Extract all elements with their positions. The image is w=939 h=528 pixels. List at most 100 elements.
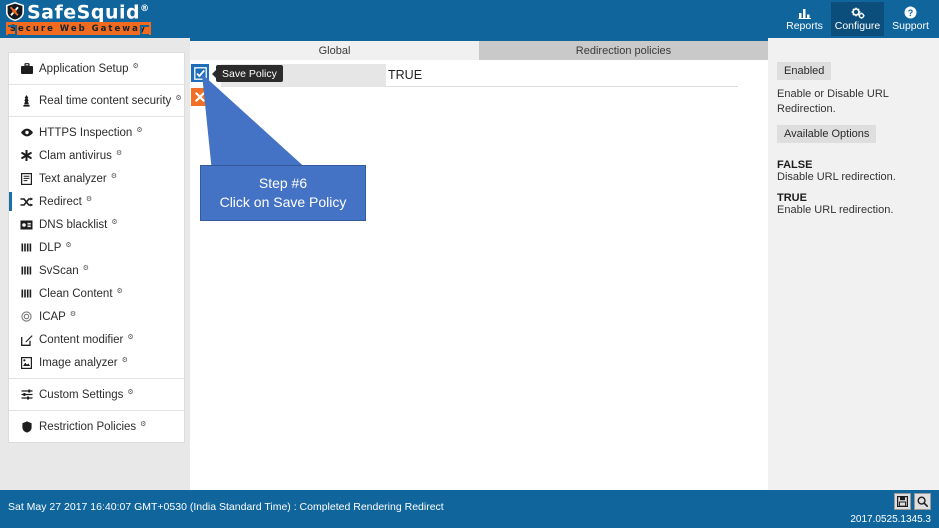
- save-policy-button[interactable]: [191, 64, 209, 82]
- sidebar-label: Custom Settings: [39, 388, 124, 401]
- question-circle-icon: ?: [904, 6, 917, 19]
- version-label: 2017.0525.1345.3: [850, 514, 931, 525]
- sidebar-item-icap[interactable]: ICAP ⚙: [9, 305, 184, 328]
- shield-logo-icon: [6, 1, 24, 21]
- top-navigation: Reports Configure ? Support: [778, 2, 937, 36]
- sidebar-item-text-analyzer[interactable]: Text analyzer ⚙: [9, 167, 184, 190]
- sidebar-label: Clean Content: [39, 287, 113, 300]
- help-option-desc: Disable URL redirection.: [777, 171, 896, 183]
- topnav-label-reports: Reports: [786, 20, 823, 32]
- policy-field-value[interactable]: TRUE: [386, 64, 738, 87]
- bars-icon: [19, 241, 34, 254]
- active-accent-bar: [9, 59, 12, 78]
- sidebar-label: DNS blacklist: [39, 218, 108, 231]
- save-disk-icon[interactable]: [894, 493, 911, 510]
- sidebar-item-dns-blacklist[interactable]: DNS blacklist ⚙: [9, 213, 184, 236]
- help-panel: Enabled Enable or Disable URL Redirectio…: [768, 38, 939, 490]
- gear-icon[interactable]: ⚙: [70, 310, 76, 318]
- sliders-icon: [19, 388, 34, 401]
- close-x-icon: [195, 92, 205, 102]
- sidebar-item-https-inspection[interactable]: HTTPS Inspection ⚙: [9, 121, 184, 144]
- sidebar-label: Restriction Policies: [39, 420, 137, 433]
- callout-step-6: Step #6 Click on Save Policy: [200, 165, 366, 221]
- gear-icon[interactable]: ⚙: [122, 356, 128, 364]
- sidebar-group-application: Application Setup ⚙: [9, 53, 184, 85]
- gear-icon[interactable]: ⚙: [133, 62, 139, 70]
- topnav-item-support[interactable]: ? Support: [884, 2, 937, 36]
- help-option-true: TRUE Enable URL redirection.: [777, 192, 930, 216]
- sidebar-label: Text analyzer: [39, 172, 107, 185]
- sidebar-item-image-analyzer[interactable]: Image analyzer ⚙: [9, 351, 184, 374]
- gear-icon[interactable]: ⚙: [127, 388, 133, 396]
- app-root: SafeSquid® Secure Web Gateway Reports Co…: [0, 0, 939, 528]
- topnav-item-reports[interactable]: Reports: [778, 2, 831, 36]
- sidebar-item-clean-content[interactable]: Clean Content ⚙: [9, 282, 184, 305]
- help-option-false: FALSE Disable URL redirection.: [777, 159, 930, 183]
- briefcase-icon: [19, 62, 34, 75]
- gear-icon[interactable]: ⚙: [117, 287, 123, 295]
- tab-strip: Global Redirection policies: [190, 38, 768, 60]
- callout-line-1: Step #6: [258, 175, 308, 191]
- main-content: TRUE Save Policy: [190, 60, 768, 490]
- sidebar-label: Content modifier: [39, 333, 124, 346]
- sidebar-item-redirect[interactable]: Redirect ⚙: [9, 190, 184, 213]
- shield-icon: [19, 420, 34, 433]
- topnav-item-configure[interactable]: Configure: [831, 2, 884, 36]
- gear-icon[interactable]: ⚙: [86, 195, 92, 203]
- footer-icon-group: [894, 493, 931, 510]
- tab-label: Redirection policies: [575, 44, 672, 57]
- sidebar-item-real-time-content-security[interactable]: Real time content security ⚙: [9, 89, 184, 112]
- sidebar-item-dlp[interactable]: DLP ⚙: [9, 236, 184, 259]
- gear-icon[interactable]: ⚙: [140, 420, 146, 428]
- sidebar-item-custom-settings[interactable]: Custom Settings ⚙: [9, 383, 184, 406]
- sidebar-item-content-modifier[interactable]: Content modifier ⚙: [9, 328, 184, 351]
- active-accent-bar: [9, 91, 12, 110]
- gear-icon[interactable]: ⚙: [175, 94, 181, 102]
- sidebar-group-restriction: Restriction Policies ⚙: [9, 411, 184, 442]
- tab-global[interactable]: Global: [190, 41, 479, 60]
- brand-tagline-banner: Secure Web Gateway: [6, 22, 151, 36]
- sidebar-label: Image analyzer: [39, 356, 118, 369]
- brand-logo[interactable]: SafeSquid® Secure Web Gateway: [6, 1, 156, 37]
- gear-icon[interactable]: ⚙: [65, 241, 71, 249]
- brand-name: SafeSquid: [27, 1, 141, 24]
- bars-icon: [19, 287, 34, 300]
- app-header: SafeSquid® Secure Web Gateway Reports Co…: [0, 0, 939, 38]
- sidebar-label: HTTPS Inspection: [39, 126, 133, 139]
- tab-label: Global: [318, 44, 351, 57]
- save-policy-tooltip: Save Policy: [212, 65, 283, 82]
- brand-tagline: Secure Web Gateway: [9, 23, 148, 34]
- id-badge-icon: [19, 218, 34, 231]
- chart-icon: [798, 6, 812, 19]
- sidebar-item-svscan[interactable]: SvScan ⚙: [9, 259, 184, 282]
- help-description: Enable or Disable URL Redirection.: [777, 88, 889, 115]
- gear-icon[interactable]: ⚙: [136, 126, 142, 134]
- eye-icon: [19, 126, 34, 139]
- sidebar-label: Clam antivirus: [39, 149, 112, 162]
- help-available-options-badge: Available Options: [777, 125, 877, 143]
- gear-icon[interactable]: ⚙: [83, 264, 89, 272]
- sidebar-label: Real time content security: [39, 94, 172, 107]
- search-icon[interactable]: [914, 493, 931, 510]
- help-option-desc: Enable URL redirection.: [777, 204, 894, 216]
- gear-icon[interactable]: ⚙: [111, 172, 117, 180]
- help-option-name: FALSE: [777, 159, 813, 171]
- sidebar-item-restriction-policies[interactable]: Restriction Policies ⚙: [9, 415, 184, 438]
- checkbox-check-icon: [193, 66, 207, 80]
- sidebar-item-clam-antivirus[interactable]: Clam antivirus ⚙: [9, 144, 184, 167]
- gear-icon[interactable]: ⚙: [111, 218, 117, 226]
- gear-icon[interactable]: ⚙: [127, 333, 133, 341]
- gear-icon[interactable]: ⚙: [116, 149, 122, 157]
- sidebar-label: ICAP: [39, 310, 66, 323]
- sidebar-item-application-setup[interactable]: Application Setup ⚙: [9, 57, 184, 80]
- svg-text:?: ?: [908, 8, 914, 18]
- tab-redirection-policies[interactable]: Redirection policies: [479, 41, 768, 60]
- active-accent-bar: [9, 192, 12, 211]
- cancel-policy-button[interactable]: [191, 88, 209, 106]
- sidebar-label: Redirect: [39, 195, 82, 208]
- bars-icon: [19, 264, 34, 277]
- text-file-icon: [19, 172, 34, 185]
- registered-mark: ®: [140, 3, 150, 14]
- sidebar: Application Setup ⚙ Real time content se…: [8, 52, 185, 443]
- sidebar-label: DLP: [39, 241, 62, 254]
